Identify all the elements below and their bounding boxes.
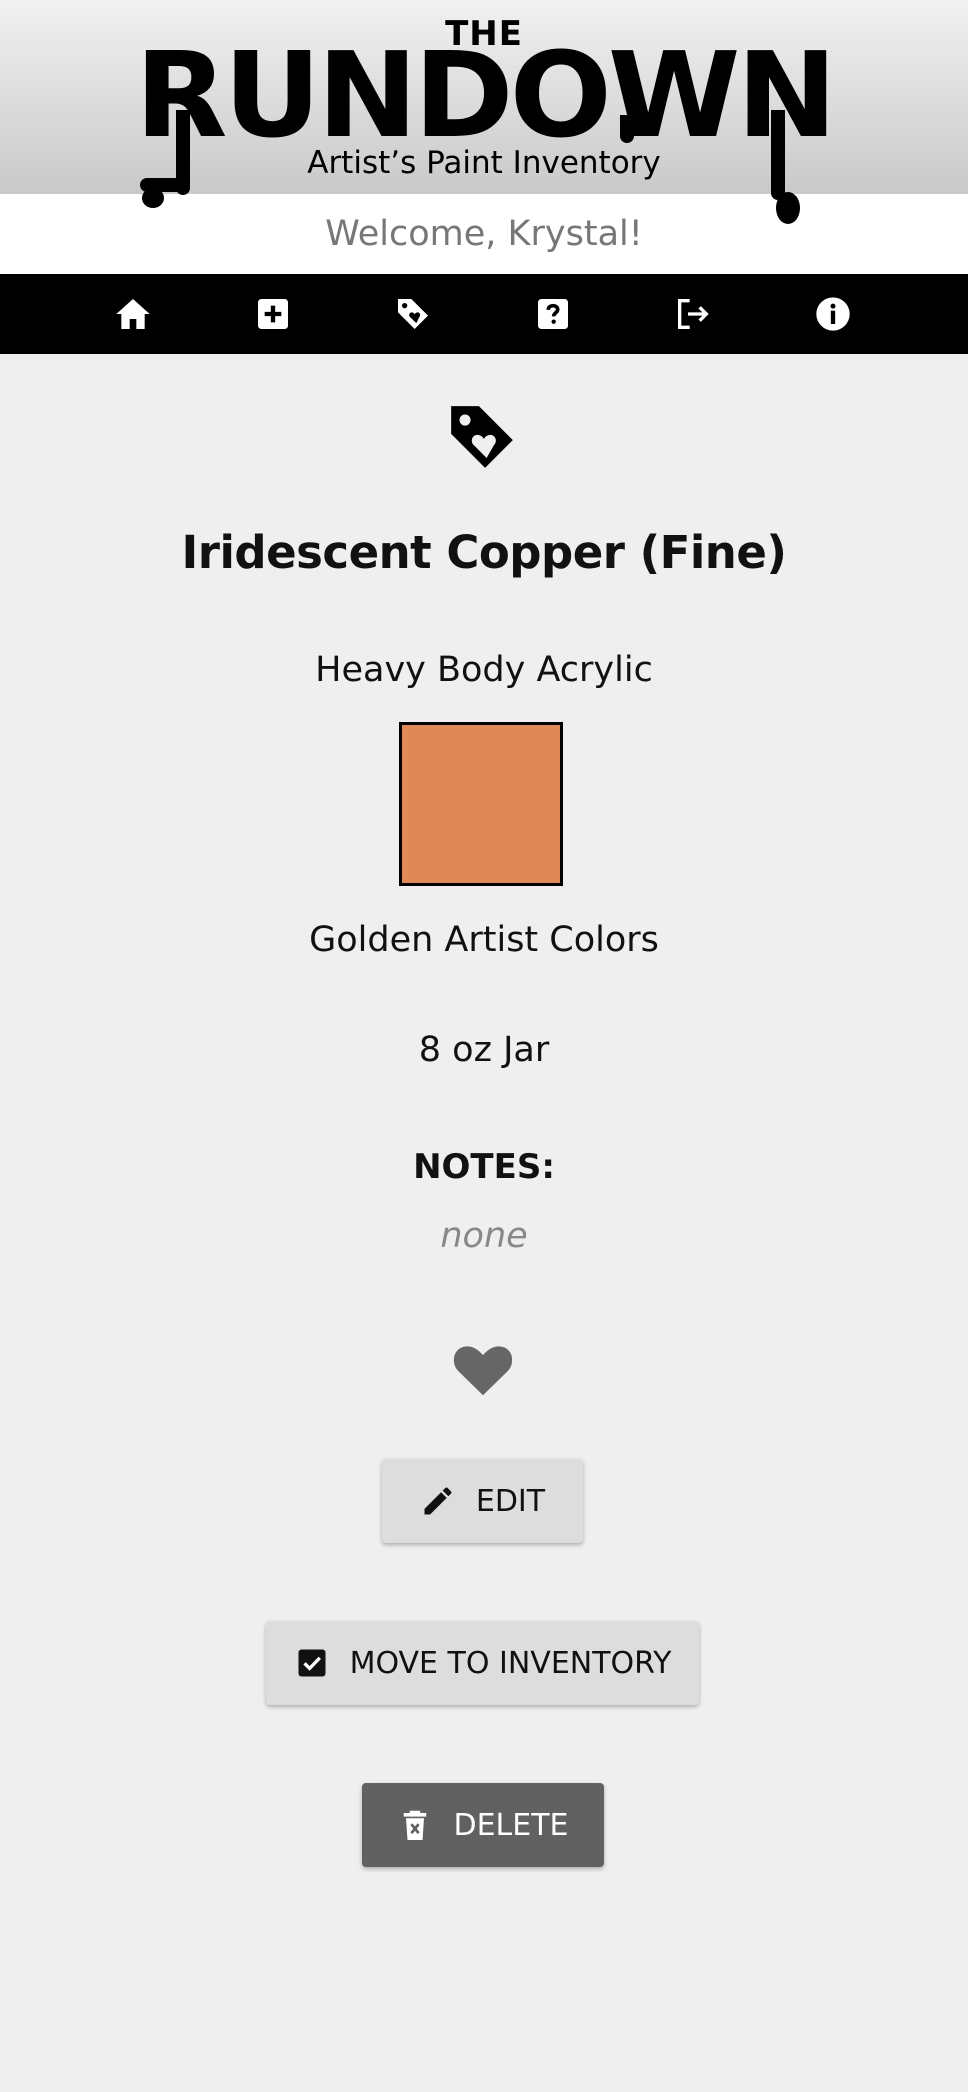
trash-icon (397, 1807, 433, 1843)
info-icon (816, 297, 850, 331)
pencil-icon (420, 1483, 456, 1519)
home-icon (116, 299, 150, 329)
checkbox-icon (294, 1645, 330, 1681)
wishlist-tag-icon (445, 400, 519, 474)
move-label: MOVE TO INVENTORY (349, 1645, 672, 1681)
notes-value: none (440, 1216, 528, 1256)
logo-subtitle: Artist’s Paint Inventory (307, 145, 661, 181)
delete-button[interactable]: DELETE (362, 1783, 604, 1867)
wishlist-tag-icon (398, 299, 428, 329)
color-swatch (399, 722, 563, 886)
favorite-toggle[interactable] (450, 1338, 516, 1398)
edit-label: EDIT (475, 1483, 546, 1519)
logo-title: RUNDOWN (134, 26, 837, 164)
logo-drip (776, 192, 800, 224)
help-icon (538, 299, 568, 329)
logout-icon (678, 299, 709, 329)
nav-logout[interactable] (673, 294, 713, 334)
nav-info[interactable] (813, 294, 853, 334)
nav-home[interactable] (113, 294, 153, 334)
logo-drip (771, 110, 785, 200)
notes-label: NOTES: (413, 1147, 555, 1187)
heart-icon (453, 1346, 513, 1396)
logo-drip (620, 115, 634, 143)
app-logo: THE RUNDOWN Artist’s Paint Inventory (0, 0, 968, 230)
nav-help[interactable] (533, 294, 573, 334)
edit-button[interactable]: EDIT (382, 1459, 583, 1543)
paint-name: Iridescent Copper (Fine) (181, 526, 787, 579)
logo-drip (142, 188, 164, 208)
paint-brand: Golden Artist Colors (309, 920, 659, 960)
add-icon (258, 299, 288, 329)
nav-wishlist[interactable] (393, 294, 433, 334)
nav-add[interactable] (253, 294, 293, 334)
delete-label: DELETE (453, 1807, 569, 1843)
paint-type: Heavy Body Acrylic (315, 650, 653, 690)
paint-size: 8 oz Jar (418, 1030, 550, 1070)
move-to-inventory-button[interactable]: MOVE TO INVENTORY (266, 1621, 699, 1705)
nav-bar (0, 274, 968, 354)
